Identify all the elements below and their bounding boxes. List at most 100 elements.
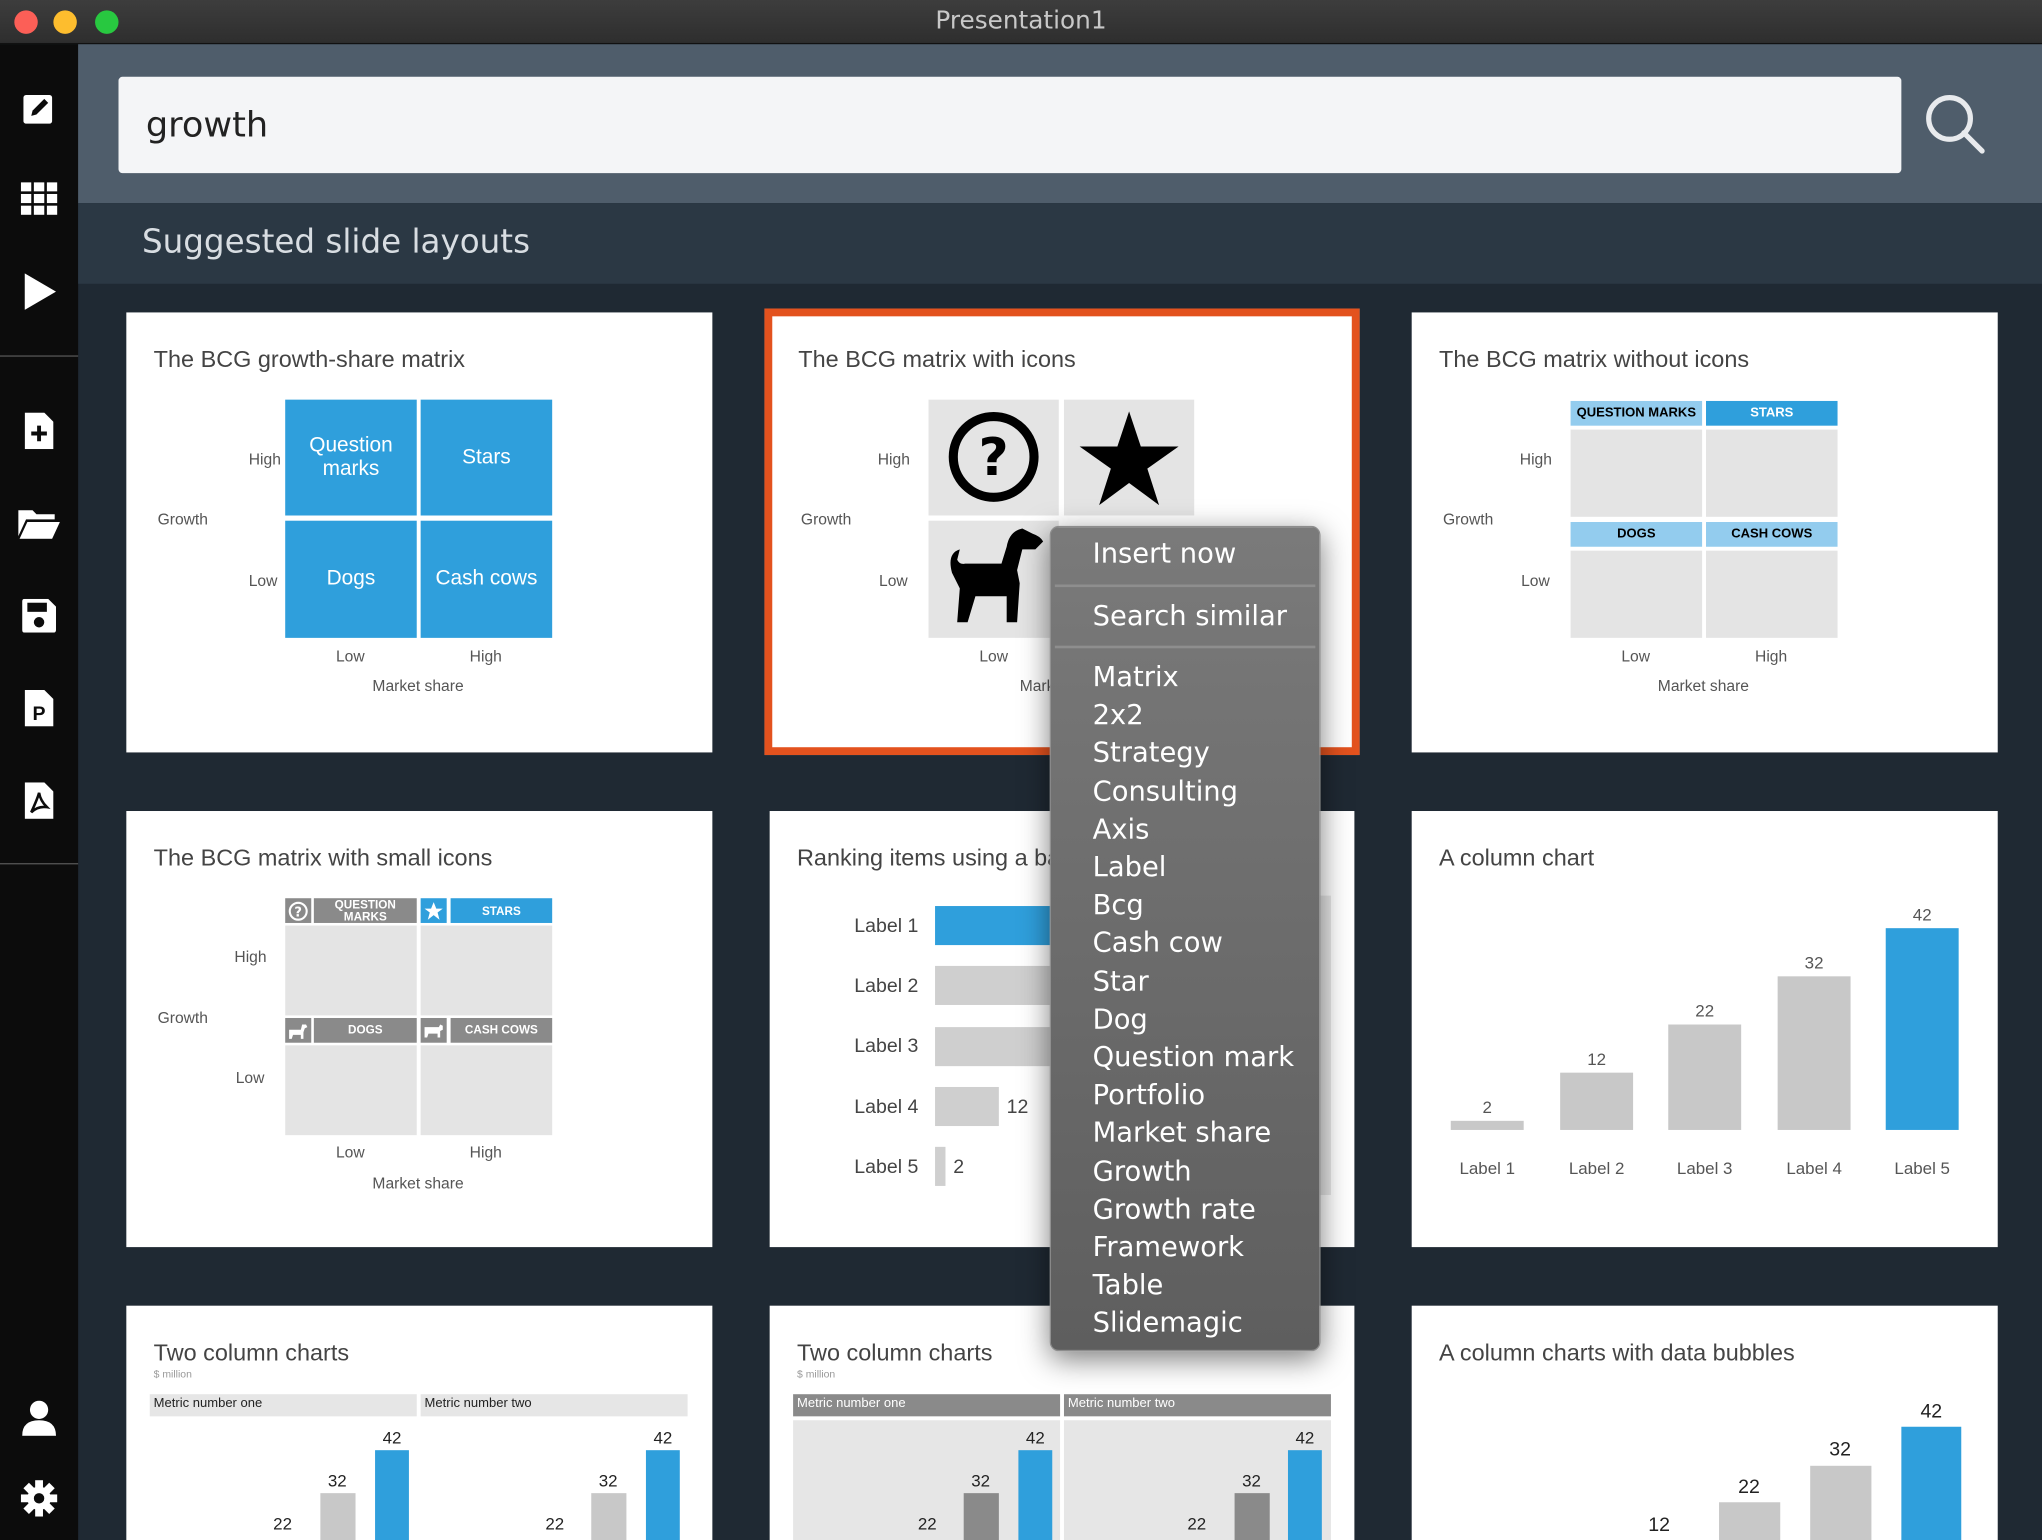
axis-label: High (1755, 646, 1788, 666)
menu-item-tag[interactable]: Matrix (1093, 661, 1179, 692)
menu-item-tag[interactable]: Strategy (1093, 737, 1210, 768)
column (645, 1450, 680, 1540)
layout-card[interactable]: The BCG growth-share matrix High Growth … (126, 312, 713, 753)
menu-item-tag[interactable]: Growth (1093, 1155, 1192, 1186)
category-label: Label 1 (1459, 1158, 1516, 1179)
dog-icon (950, 528, 1044, 623)
export-pdf-icon[interactable] (0, 772, 78, 829)
menu-item-tag[interactable]: Label (1093, 851, 1167, 882)
window-titlebar: Presentation1 (0, 0, 2042, 45)
menu-item-tag[interactable]: Bcg (1093, 889, 1144, 920)
matrix-cell (420, 1045, 553, 1136)
column-value: 22 (545, 1513, 565, 1534)
bar (935, 1027, 1066, 1067)
section-title: Suggested slide layouts (141, 222, 531, 261)
matrix-cell: Stars (420, 399, 553, 516)
column (591, 1493, 627, 1540)
column-value: 32 (1804, 952, 1824, 973)
card-title: The BCG matrix without icons (1439, 346, 1750, 373)
menu-item-tag[interactable]: Cash cow (1093, 927, 1223, 958)
column-value: 42 (653, 1428, 673, 1448)
quadrant-label: QUESTION MARKS (313, 898, 417, 923)
bar (935, 965, 1066, 1005)
menu-item-search-similar[interactable]: Search similar (1093, 600, 1287, 631)
search-input[interactable] (118, 76, 1902, 174)
column-value: 42 (1025, 1428, 1045, 1448)
context-menu: Insert now Search similar Matrix 2x2 Strat… (1049, 525, 1321, 1352)
quadrant-label: CASH COWS (450, 1017, 553, 1043)
layout-card[interactable]: A column chart 2 12 22 32 42 Label 1 Lab… (1411, 811, 1998, 1248)
star-icon (1079, 411, 1179, 506)
column (320, 1493, 356, 1540)
column-value: 12 (1648, 1513, 1670, 1537)
axis-label: Low (979, 646, 1008, 666)
grid-icon[interactable] (0, 171, 78, 228)
menu-item-tag[interactable]: Growth rate (1093, 1193, 1256, 1224)
save-icon[interactable] (0, 587, 78, 644)
column (1810, 1465, 1872, 1540)
column (1885, 928, 1959, 1130)
column-value: 12 (1587, 1049, 1607, 1069)
user-icon[interactable] (0, 1389, 78, 1446)
menu-item-tag[interactable]: 2x2 (1093, 699, 1144, 730)
matrix-cell: ? (928, 399, 1059, 516)
edit-icon[interactable] (0, 79, 78, 136)
column-value: 22 (1738, 1476, 1760, 1499)
matrix-cell (928, 520, 1059, 638)
section-header: Suggested slide layouts (78, 203, 2042, 284)
layout-card[interactable]: A column charts with data bubbles 12 22 … (1411, 1305, 1998, 1540)
menu-item-tag[interactable]: Consulting (1093, 775, 1238, 806)
matrix-cell (285, 925, 417, 1016)
bar-value: 2 (953, 1155, 965, 1179)
menu-item-tag[interactable]: Table (1093, 1269, 1164, 1300)
column (1560, 1072, 1634, 1130)
column (1234, 1493, 1270, 1540)
column (1018, 1450, 1053, 1540)
play-icon[interactable] (0, 263, 78, 320)
category-label: Label 2 (1568, 1158, 1625, 1179)
menu-item-tag[interactable]: Portfolio (1093, 1079, 1206, 1110)
new-slide-icon[interactable] (0, 402, 78, 459)
menu-item-tag[interactable]: Framework (1093, 1231, 1244, 1262)
menu-item-tag[interactable]: Slidemagic (1093, 1307, 1243, 1338)
bar-label: Label 5 (854, 1155, 919, 1179)
menu-item-tag[interactable]: Dog (1093, 1003, 1148, 1034)
settings-icon[interactable] (0, 1470, 78, 1527)
card-title: Two column charts (797, 1339, 993, 1366)
category-label: Label 3 (1676, 1158, 1733, 1179)
layout-card[interactable]: The BCG matrix with small icons High Gro… (126, 811, 713, 1248)
quadrant-label: CASH COWS (1706, 522, 1838, 547)
menu-item-tag[interactable]: Star (1093, 965, 1149, 996)
layout-card[interactable]: The BCG matrix without icons High Growth… (1411, 312, 1998, 753)
svg-text:P: P (33, 703, 46, 725)
star-icon (420, 898, 447, 923)
quadrant-label: QUESTION MARKS (1570, 400, 1703, 426)
card-title: The BCG matrix with small icons (153, 844, 493, 871)
export-pptx-icon[interactable]: P (0, 680, 78, 737)
bar-label: Label 1 (854, 915, 919, 938)
dog-icon (285, 1017, 312, 1043)
card-title: A column chart (1439, 844, 1595, 871)
cow-icon (420, 1017, 447, 1043)
column-value: 32 (598, 1471, 618, 1491)
axis-label: High (469, 1142, 502, 1162)
axis-label: Low (335, 646, 365, 666)
card-title: A column charts with data bubbles (1439, 1339, 1795, 1366)
axis-label: High (234, 947, 267, 966)
question-mark-icon: ? (948, 412, 1039, 502)
menu-item-tag[interactable]: Axis (1093, 813, 1150, 844)
open-folder-icon[interactable] (0, 495, 78, 552)
layout-card[interactable]: Two column charts $ million Metric numbe… (126, 1305, 713, 1540)
axis-label: Low (235, 1068, 265, 1087)
search-icon[interactable] (1923, 92, 1986, 161)
matrix-cell: Cash cows (420, 520, 553, 638)
menu-item-tag[interactable]: Question mark (1093, 1041, 1295, 1072)
svg-text:?: ? (979, 428, 1009, 488)
matrix-cell (1570, 429, 1703, 517)
bar (935, 1146, 946, 1186)
column-value: 22 (1695, 1001, 1715, 1021)
column (1901, 1426, 1962, 1540)
menu-item-insert-now[interactable]: Insert now (1093, 538, 1237, 569)
menu-item-tag[interactable]: Market share (1093, 1117, 1272, 1148)
column-value: 22 (917, 1513, 937, 1534)
